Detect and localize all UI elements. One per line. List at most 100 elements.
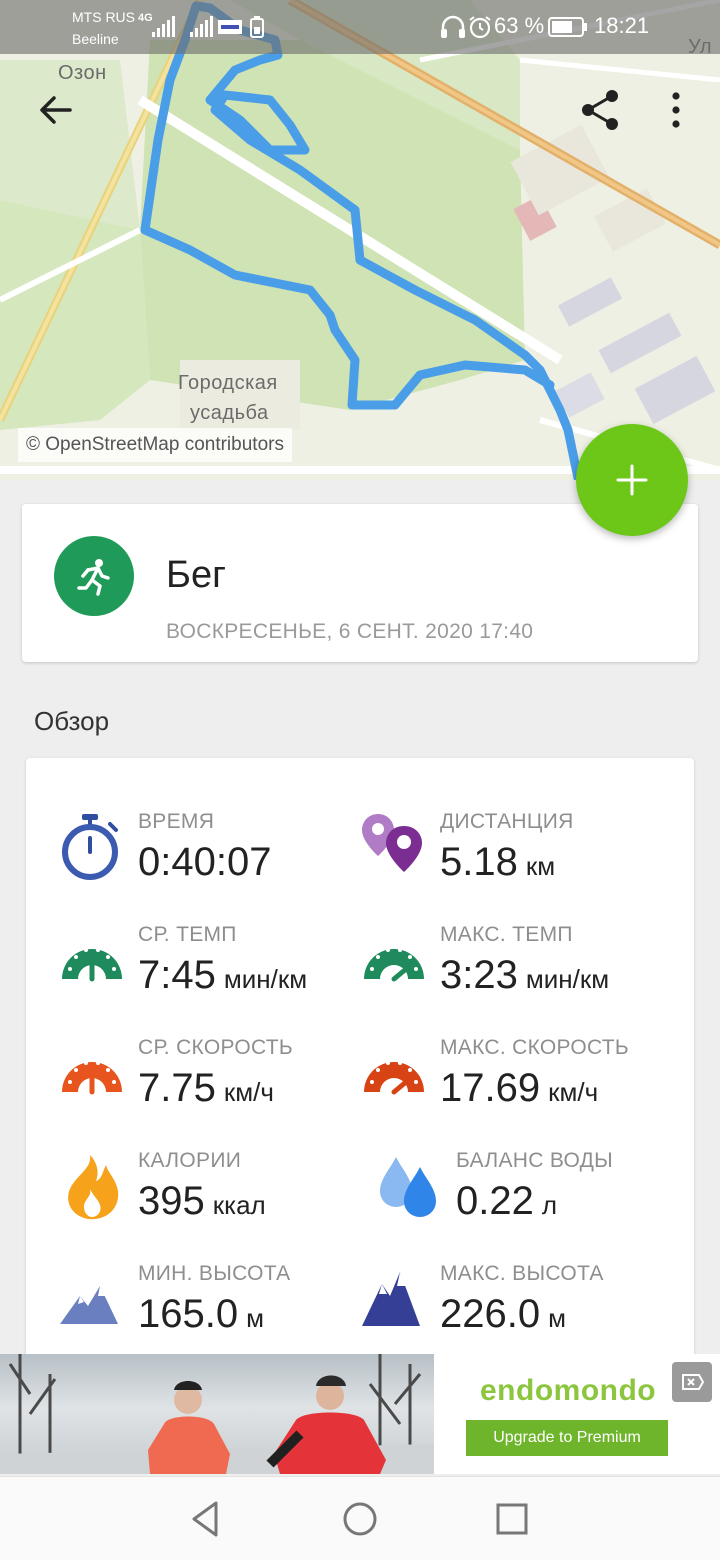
stat-distance-label: ДИСТАНЦИЯ [440,810,574,833]
map-attribution[interactable]: © OpenStreetMap contributors [18,428,292,462]
add-button[interactable] [576,424,688,536]
map-canvas [0,0,720,480]
back-arrow-icon[interactable] [36,90,76,130]
stat-distance-value: 5.18 км [440,840,555,885]
map-label-estate-line1: Городская [178,372,278,394]
map-label-ozon: Озон [58,62,107,84]
share-icon[interactable] [580,88,622,132]
stat-max-speed-value: 17.69 км/ч [440,1066,598,1111]
stat-time-label: ВРЕМЯ [138,810,215,833]
battery-saver-icon [250,16,264,38]
nav-home-icon[interactable] [340,1499,380,1539]
stat-max-speed: МАКС. СКОРОСТЬ 17.69 км/ч [360,1036,680,1136]
stat-max-pace-label: МАКС. ТЕМП [440,923,573,946]
speed-gauge-max-icon [364,1061,424,1095]
water-drops-icon [380,1157,436,1217]
nav-recents-icon[interactable] [492,1499,532,1539]
stat-water: БАЛАНС ВОДЫ 0.22 л [376,1149,696,1249]
stat-max-altitude: МАКС. ВЫСОТА 226.0 м [360,1262,680,1362]
stat-distance: ДИСТАНЦИЯ 5.18 км [360,810,680,910]
plus-icon [616,464,648,496]
nav-back-icon[interactable] [186,1499,226,1539]
stat-max-altitude-number: 226.0 [440,1292,541,1336]
network-type: 4G [138,12,153,24]
stat-time-value: 0:40:07 [138,840,271,885]
stat-max-altitude-value: 226.0 м [440,1292,566,1337]
speed-gauge-icon [62,1061,122,1095]
battery-percent: 63 % [494,13,545,38]
stat-min-altitude-value: 165.0 м [138,1292,264,1337]
stat-avg-pace-label: СР. ТЕМП [138,923,237,946]
stat-time: ВРЕМЯ 0:40:07 [58,810,378,910]
stat-min-altitude-number: 165.0 [138,1292,239,1336]
stat-max-altitude-unit: м [548,1303,566,1333]
activity-header-card: Бег ВОСКРЕСЕНЬЕ, 6 СЕНТ. 2020 17:40 [22,504,698,662]
carrier-secondary: Beeline [72,31,119,47]
ad-brand: endomondo [480,1374,657,1407]
stat-avg-speed: СР. СКОРОСТЬ 7.75 км/ч [58,1036,378,1136]
ad-photo [0,1354,434,1474]
stat-max-pace-value: 3:23 мин/км [440,953,609,998]
activity-avatar [54,536,134,616]
activity-title: Бег [166,554,226,596]
stat-avg-pace-unit: мин/км [223,964,308,994]
stat-distance-unit: км [525,851,556,881]
signal-strength-icon [152,16,175,37]
ad-runners-image [0,1354,434,1474]
overview-stats-card: ВРЕМЯ 0:40:07 ДИСТАНЦИЯ 5.18 км СР. ТЕМП … [26,758,694,1358]
stat-avg-pace: СР. ТЕМП 7:45 мин/км [58,923,378,1023]
map-label-estate-line2: усадьба [190,402,269,424]
stat-calories-label: КАЛОРИИ [138,1149,242,1172]
stat-max-altitude-label: МАКС. ВЫСОТА [440,1262,604,1285]
flame-icon [68,1155,119,1220]
battery-icon [548,17,587,37]
stat-water-value: 0.22 л [456,1179,557,1224]
carrier-primary: MTS RUS [72,9,135,25]
ad-banner[interactable]: endomondo Upgrade to Premium [0,1354,720,1474]
activity-date: ВОСКРЕСЕНЬЕ, 6 СЕНТ. 2020 17:40 [166,620,534,643]
stat-time-number: 0:40:07 [138,840,272,884]
stat-min-altitude-label: МИН. ВЫСОТА [138,1262,291,1285]
stat-water-label: БАЛАНС ВОДЫ [456,1149,614,1172]
stat-max-pace: МАКС. ТЕМП 3:23 мин/км [360,923,680,1023]
system-nav-bar [0,1476,720,1560]
stat-max-pace-number: 3:23 [440,953,518,997]
more-vert-icon[interactable] [666,90,686,130]
stat-max-speed-label: МАКС. СКОРОСТЬ [440,1036,629,1059]
stat-avg-pace-value: 7:45 мин/км [138,953,307,998]
stat-avg-speed-number: 7.75 [138,1066,216,1110]
stat-max-pace-unit: мин/км [525,964,610,994]
mountain-max-icon [362,1272,420,1326]
notification-card-icon [218,20,242,34]
stat-calories: КАЛОРИИ 395 ккал [58,1149,378,1249]
pace-gauge-max-icon [364,948,424,982]
stat-water-unit: л [541,1190,558,1220]
stat-avg-speed-unit: км/ч [223,1077,274,1107]
route-map[interactable]: Озон Городская усадьба Ул © OpenStreetMa… [0,0,720,480]
stat-distance-number: 5.18 [440,840,518,884]
ad-upgrade-button[interactable]: Upgrade to Premium [466,1420,668,1456]
app-root: Озон Городская усадьба Ул © OpenStreetMa… [0,0,720,1560]
stat-avg-speed-value: 7.75 км/ч [138,1066,274,1111]
stat-min-altitude-unit: м [246,1303,264,1333]
stat-max-speed-number: 17.69 [440,1066,541,1110]
ad-close-button[interactable] [672,1362,712,1402]
running-icon [77,559,110,596]
stat-avg-pace-number: 7:45 [138,953,216,997]
clock: 18:21 [594,13,650,38]
stat-calories-number: 395 [138,1179,205,1223]
stat-max-speed-unit: км/ч [548,1077,599,1107]
mountain-icon [60,1286,118,1324]
overview-section-title: Обзор [34,706,110,736]
stopwatch-icon [62,814,118,880]
alarm-icon [469,16,491,39]
status-bar: MTS RUS Beeline 4G 63 % 18:21 [0,0,720,54]
headphones-icon [441,15,465,38]
stat-calories-unit: ккал [212,1190,266,1220]
pace-gauge-icon [62,948,122,982]
stat-avg-speed-label: СР. СКОРОСТЬ [138,1036,293,1059]
stat-min-altitude: МИН. ВЫСОТА 165.0 м [58,1262,378,1362]
stat-water-number: 0.22 [456,1179,534,1223]
ad-close-icon [682,1374,705,1390]
signal-strength-secondary-icon [190,16,213,37]
